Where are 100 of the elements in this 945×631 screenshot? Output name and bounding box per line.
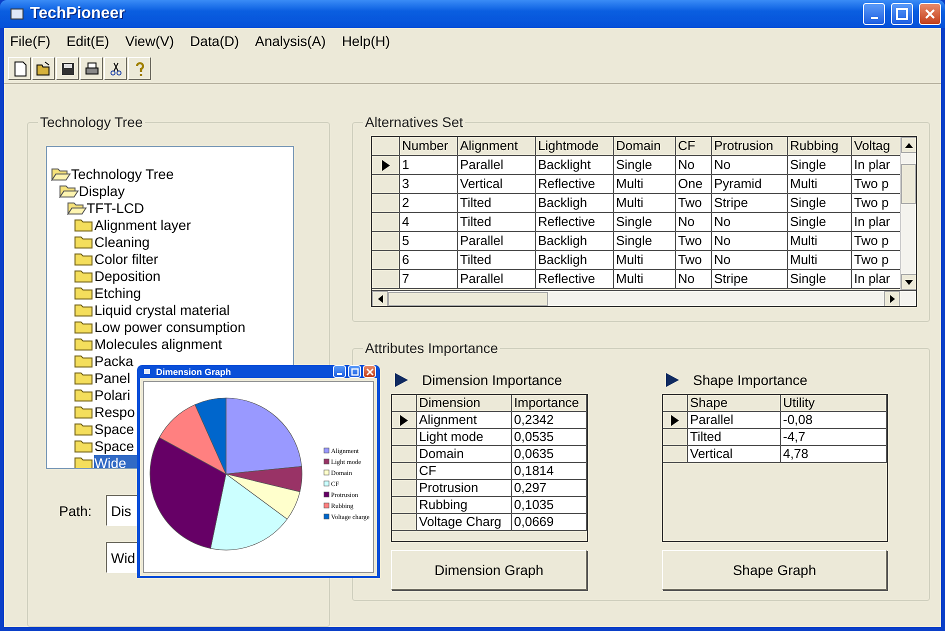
row-header[interactable] (392, 480, 417, 497)
tree-item[interactable]: Low power consumption (94, 318, 246, 334)
toolbar-button[interactable] (104, 57, 127, 80)
maximize-button[interactable] (348, 365, 361, 378)
tree-item[interactable]: Molecules alignment (94, 336, 222, 352)
column-header[interactable]: Domain (614, 137, 676, 156)
row-header[interactable] (372, 194, 400, 213)
column-header[interactable]: Dimension (417, 395, 512, 412)
data-grid[interactable] (371, 136, 917, 307)
menu-item[interactable]: Help(H) (342, 33, 390, 49)
table-cell: No (712, 156, 788, 175)
data-grid[interactable]: Shape Utility Parallel -0,08 Tilted -4,7 Vertical 4,78 (662, 394, 888, 542)
save-icon (60, 60, 76, 76)
tree-item[interactable]: Display (78, 182, 125, 198)
table-cell: Protrusion (417, 480, 512, 497)
close-icon (366, 368, 374, 376)
tree-item[interactable]: Liquid crystal material (94, 302, 230, 318)
column-header[interactable]: CF (676, 137, 712, 156)
menu-item[interactable]: File(F) (10, 33, 50, 49)
minimize-button[interactable] (863, 3, 885, 25)
toolbar-button[interactable] (56, 57, 79, 80)
row-header[interactable] (392, 446, 417, 463)
scroll-right-button[interactable] (884, 290, 900, 306)
scroll-left-button[interactable] (372, 290, 388, 306)
row-header[interactable] (663, 446, 688, 463)
row-header[interactable] (663, 412, 688, 429)
table-cell: 1 (400, 156, 458, 175)
tree-item[interactable]: Polari (94, 386, 130, 402)
pointer-icon (666, 373, 679, 387)
table-cell: 2 (400, 194, 458, 213)
column-header[interactable]: Importance (512, 395, 587, 412)
column-header[interactable]: Rubbing (788, 137, 852, 156)
column-header[interactable]: Protrusion (712, 137, 788, 156)
tree-item[interactable]: Technology Tree (71, 166, 174, 182)
tree-item[interactable]: Space (94, 438, 134, 454)
toolbar-button[interactable] (8, 57, 31, 80)
column-header[interactable]: Lightmode (536, 137, 614, 156)
menu-item[interactable]: Data(D) (190, 33, 240, 49)
row-header[interactable] (372, 156, 400, 175)
table-cell: 0,1814 (512, 463, 587, 480)
table-cell: No (712, 213, 788, 232)
table-cell: Two p (852, 175, 902, 194)
table-cell: 4,78 (781, 446, 887, 463)
tree-item[interactable]: Respo (94, 404, 135, 420)
app-icon (144, 369, 150, 374)
menu-item[interactable]: Edit(E) (66, 33, 110, 49)
corner-header (663, 395, 688, 412)
new-file-icon (12, 60, 28, 76)
toolbar-button[interactable] (32, 57, 55, 80)
scroll-down-button[interactable] (901, 274, 916, 290)
row-header[interactable] (392, 412, 417, 429)
table-cell: Single (788, 213, 852, 232)
table-cell: Reflective (536, 213, 614, 232)
vertical-scrollbar[interactable] (900, 137, 916, 290)
table-cell: Reflective (536, 270, 614, 289)
table-cell: Single (614, 232, 676, 251)
row-header[interactable] (392, 463, 417, 480)
column-header[interactable]: Utility (781, 395, 887, 412)
tree-item[interactable]: Cleaning (94, 234, 150, 250)
scroll-thumb[interactable] (388, 292, 548, 306)
row-header[interactable] (663, 429, 688, 446)
graph-button[interactable]: Shape Graph (662, 550, 887, 590)
column-header[interactable]: Number (400, 137, 458, 156)
data-grid[interactable]: Dimension Importance Alignment 0,2342 Light mode 0,0535 Domain 0,0635 CF 0,1814 Protrusion 0,297 Rubbing 0,1035 Voltage Charg 0,0669 (391, 394, 588, 542)
table-cell: Multi (788, 251, 852, 270)
tree-item[interactable]: Color filter (94, 250, 158, 266)
row-header[interactable] (372, 251, 400, 270)
row-header[interactable] (392, 514, 417, 531)
graph-button[interactable]: Dimension Graph (391, 550, 587, 590)
row-header[interactable] (372, 213, 400, 232)
table-cell: Backligh (536, 194, 614, 213)
toolbar-button[interactable] (80, 57, 103, 80)
menu-item[interactable]: Analysis(A) (255, 33, 326, 49)
row-header[interactable] (392, 429, 417, 446)
tree-item[interactable]: Packa (94, 352, 134, 368)
close-button[interactable] (363, 365, 376, 378)
column-header[interactable]: Shape (688, 395, 781, 412)
menu-item[interactable]: View(V) (125, 33, 174, 49)
tree-item[interactable]: TFT-LCD (86, 200, 144, 216)
row-header[interactable] (372, 232, 400, 251)
tree-item[interactable]: Space (94, 420, 134, 436)
table-cell: Multi (788, 232, 852, 251)
table-cell: 0,1035 (512, 497, 587, 514)
scroll-thumb[interactable] (901, 164, 916, 204)
close-icon (924, 8, 936, 20)
tree-item[interactable]: Etching (94, 284, 142, 300)
table-cell: 3 (400, 175, 458, 194)
scroll-up-button[interactable] (901, 137, 916, 153)
row-header[interactable] (372, 270, 400, 289)
close-button[interactable] (919, 3, 941, 25)
maximize-button[interactable] (891, 3, 913, 25)
tree-item[interactable]: Deposition (94, 268, 161, 284)
row-header[interactable] (392, 497, 417, 514)
row-header[interactable] (372, 175, 400, 194)
horizontal-scrollbar[interactable] (372, 290, 916, 306)
table-cell: Two p (852, 194, 902, 213)
tree-item[interactable]: Alignment layer (94, 216, 191, 232)
minimize-button[interactable] (333, 365, 346, 378)
column-header[interactable]: Alignment (458, 137, 536, 156)
tree-item[interactable]: Panel (94, 370, 130, 386)
